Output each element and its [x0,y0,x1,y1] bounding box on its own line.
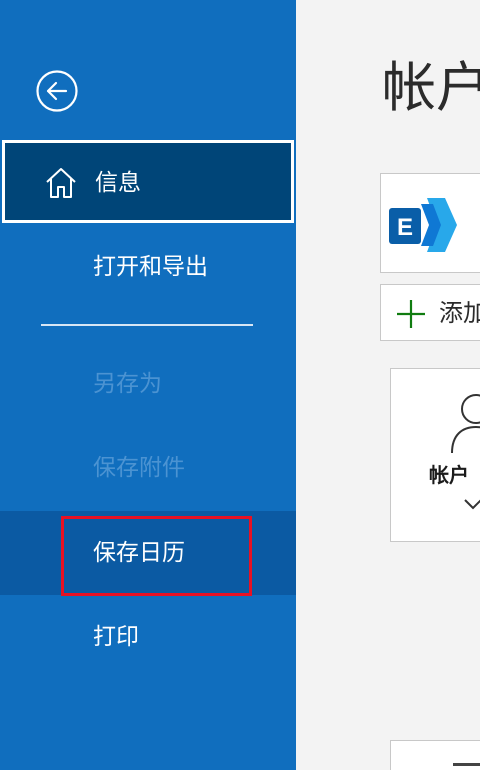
chevron-down-icon [464,499,480,510]
person-settings-icon [451,394,480,454]
nav-item-label: 另存为 [93,371,162,397]
nav-item-open-export[interactable]: 打开和导出 [0,245,296,289]
tile-icon-fragment [453,763,480,766]
nav-item-save-calendar[interactable]: 保存日历 [0,511,296,596]
nav-item-save-as: 另存为 [0,362,296,406]
nav-item-save-attachments: 保存附件 [0,446,296,490]
nav-item-label: 保存日历 [93,540,185,566]
add-account-label: 添加 [439,299,480,327]
account-selector[interactable]: E [380,173,480,273]
account-settings-button[interactable]: 帐户 [390,368,480,542]
nav-item-label: 信息 [95,170,141,196]
home-icon [46,168,76,198]
account-settings-label: 帐户 [429,463,469,487]
nav-item-label: 保存附件 [93,455,185,481]
svg-text:E: E [397,214,413,241]
backstage-sidebar: 信息 打开和导出 另存为 保存附件 保存日历 打印 [0,0,296,770]
back-button[interactable] [35,69,79,113]
arrow-left-circle-icon [36,70,78,112]
page-title: 帐户 [382,56,480,119]
secondary-tile[interactable] [390,740,480,770]
nav-item-label: 打开和导出 [93,254,208,280]
nav-item-print[interactable]: 打印 [0,615,296,659]
sidebar-divider [41,324,253,326]
main-content: 帐户 E 添加 帐户 [296,0,480,770]
exchange-icon: E [389,198,457,252]
nav-item-label: 打印 [93,624,139,650]
plus-icon [397,300,425,328]
add-account-button[interactable]: 添加 [380,284,480,341]
nav-item-info[interactable]: 信息 [2,140,294,223]
